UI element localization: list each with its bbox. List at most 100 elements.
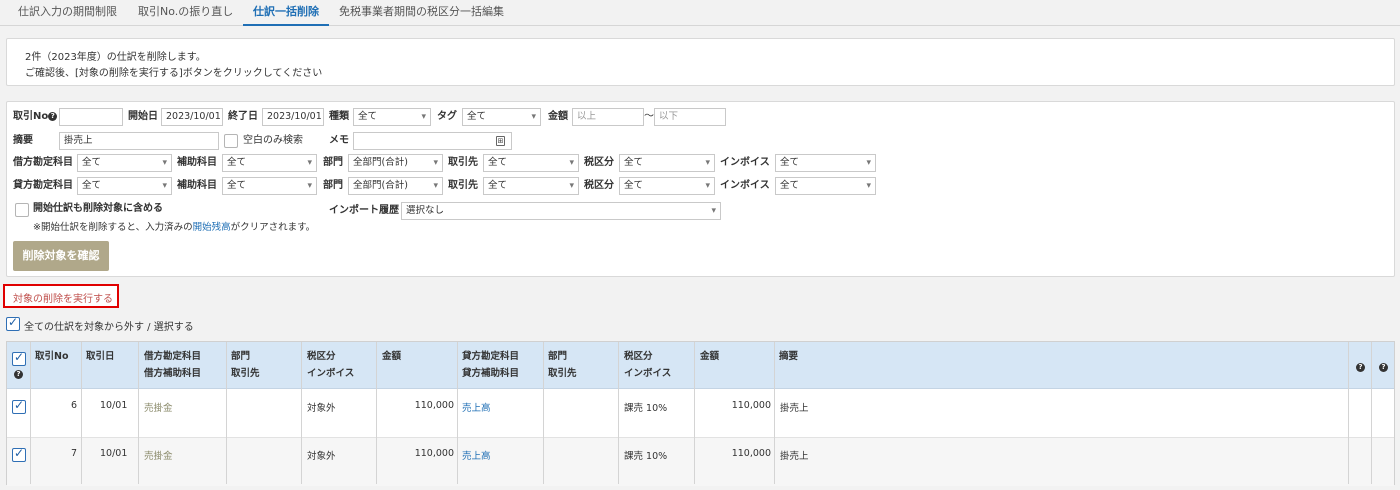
cell-credit-account[interactable]: 売上高: [462, 448, 491, 462]
col-divider: [694, 342, 695, 484]
table-row[interactable]: 7 10/01 売掛金 対象外 110,000 売上高 課売 10% 110,0…: [7, 438, 1394, 486]
opening-balance-link[interactable]: 開始残高: [193, 222, 231, 233]
debit-account-label: 借方勘定科目: [13, 157, 73, 168]
kind-select[interactable]: 全て: [353, 108, 431, 126]
debit-sub-label: 補助科目: [177, 157, 217, 168]
header-select-all-checkbox[interactable]: [12, 350, 26, 366]
col-divider: [1348, 342, 1349, 484]
execute-delete-label: 対象の削除を実行する: [13, 294, 113, 305]
amount-range-separator: 〜: [644, 111, 654, 122]
confirm-targets-button[interactable]: 削除対象を確認: [13, 241, 109, 271]
help-icon[interactable]: ?: [48, 112, 58, 121]
col-header-tax-2: 税区分: [624, 351, 653, 362]
torihiki-no-input[interactable]: [59, 108, 123, 126]
tab-period-limit[interactable]: 仕訳入力の期間制限: [8, 0, 127, 26]
tag-select[interactable]: 全て: [462, 108, 541, 126]
cell-amount-2: 110,000: [731, 448, 771, 459]
col-header-dept-1: 部門: [231, 351, 251, 362]
tekiyo-input[interactable]: 掛売上: [59, 132, 219, 150]
debit-account-select[interactable]: 全て: [77, 154, 172, 172]
credit-dept-select[interactable]: 全部門(合計): [348, 177, 443, 195]
col-header-credit-account: 貸方勘定科目: [462, 351, 520, 362]
col-header-amount-2: 金額: [700, 351, 720, 362]
import-history-select[interactable]: 選択なし: [401, 202, 721, 220]
debit-partner-select[interactable]: 全て: [483, 154, 579, 172]
amount-max-input[interactable]: 以下: [654, 108, 726, 126]
start-date-input[interactable]: 2023/10/01: [161, 108, 223, 126]
cell-no: 6: [70, 400, 77, 411]
credit-sub-select[interactable]: 全て: [222, 177, 317, 195]
col-header-date: 取引日: [86, 351, 115, 362]
cell-credit-account[interactable]: 売上高: [462, 400, 491, 414]
include-opening-checkbox[interactable]: [15, 203, 29, 217]
col-divider: [376, 342, 377, 484]
tekiyo-label: 摘要: [13, 135, 33, 146]
col-header-partner-1: 取引先: [231, 368, 260, 379]
help-icon[interactable]: ?: [14, 370, 23, 379]
col-divider: [30, 342, 31, 484]
notice-line-2: ご確認後、[対象の削除を実行する]ボタンをクリックしてください: [25, 68, 323, 79]
col-header-no: 取引No: [35, 351, 69, 362]
memo-input[interactable]: ⊞: [353, 132, 512, 150]
help-icon[interactable]: ?: [1379, 363, 1388, 372]
end-date-input[interactable]: 2023/10/01: [262, 108, 324, 126]
col-divider: [1371, 342, 1372, 484]
col-header-credit-sub: 貸方補助科目: [462, 368, 520, 379]
col-divider: [301, 342, 302, 484]
tab-tax-bulk-edit[interactable]: 免税事業者期間の税区分一括編集: [329, 0, 514, 26]
tab-bar: 仕訳入力の期間制限 取引No.の振り直し 仕訳一括削除 免税事業者期間の税区分一…: [0, 0, 1400, 26]
col-header-tekiyo: 摘要: [779, 351, 799, 362]
amount-label: 金額: [548, 111, 568, 122]
tab-bulk-delete[interactable]: 仕訳一括削除: [243, 0, 329, 26]
torihiki-no-label: 取引No?: [13, 108, 58, 126]
cell-no: 7: [70, 448, 77, 459]
execute-delete-button[interactable]: 対象の削除を実行する: [3, 284, 119, 308]
cell-tekiyo: 掛売上: [780, 403, 809, 414]
col-header-amount-1: 金額: [382, 351, 402, 362]
debit-tax-select[interactable]: 全て: [619, 154, 715, 172]
tab-renumber[interactable]: 取引No.の振り直し: [128, 0, 243, 26]
col-header-tax-1: 税区分: [307, 351, 336, 362]
col-divider: [618, 342, 619, 484]
memo-label: メモ: [329, 135, 349, 146]
row-select-checkbox[interactable]: [12, 398, 26, 414]
toggle-all-checkbox[interactable]: [6, 315, 20, 331]
credit-partner-select[interactable]: 全て: [483, 177, 579, 195]
col-divider: [138, 342, 139, 484]
blank-only-label: 空白のみ検索: [243, 135, 303, 146]
kind-label: 種類: [329, 111, 349, 122]
col-header-debit-sub: 借方補助科目: [144, 368, 202, 379]
include-opening-label: 開始仕訳も削除対象に含める: [33, 203, 163, 214]
col-divider: [226, 342, 227, 484]
cell-tax-2: 課売 10%: [624, 403, 668, 414]
col-divider: [457, 342, 458, 484]
toggle-all-label: 全ての仕訳を対象から外す / 選択する: [24, 322, 194, 333]
opening-note: ※開始仕訳を削除すると、入力済みの開始残高がクリアされます。: [33, 222, 316, 233]
cell-debit-account[interactable]: 売掛金: [144, 448, 173, 462]
debit-dept-select[interactable]: 全部門(合計): [348, 154, 443, 172]
start-date-label: 開始日: [128, 111, 158, 122]
debit-invoice-select[interactable]: 全て: [775, 154, 876, 172]
debit-sub-select[interactable]: 全て: [222, 154, 317, 172]
row-select-checkbox[interactable]: [12, 446, 26, 462]
cell-tax-1: 対象外: [307, 451, 336, 462]
credit-invoice-select[interactable]: 全て: [775, 177, 876, 195]
import-history-label: インポート履歴: [329, 205, 399, 216]
credit-partner-label: 取引先: [448, 180, 478, 191]
col-divider: [543, 342, 544, 484]
help-icon[interactable]: ?: [1356, 363, 1365, 372]
table-row[interactable]: 6 10/01 売掛金 対象外 110,000 売上高 課売 10% 110,0…: [7, 390, 1394, 438]
credit-account-label: 貸方勘定科目: [13, 180, 73, 191]
col-header-partner-2: 取引先: [548, 368, 577, 379]
cell-debit-account[interactable]: 売掛金: [144, 400, 173, 414]
calculator-icon[interactable]: ⊞: [496, 136, 505, 146]
amount-min-input[interactable]: 以上: [572, 108, 644, 126]
blank-only-checkbox[interactable]: [224, 134, 238, 148]
credit-tax-select[interactable]: 全て: [619, 177, 715, 195]
journal-table: ? 取引No 取引日 借方勘定科目 借方補助科目 部門 取引先 税区分 インボイ…: [6, 341, 1395, 486]
credit-tax-label: 税区分: [584, 180, 614, 191]
table-header: ? 取引No 取引日 借方勘定科目 借方補助科目 部門 取引先 税区分 インボイ…: [7, 342, 1394, 389]
debit-tax-label: 税区分: [584, 157, 614, 168]
credit-account-select[interactable]: 全て: [77, 177, 172, 195]
cell-tekiyo: 掛売上: [780, 451, 809, 462]
